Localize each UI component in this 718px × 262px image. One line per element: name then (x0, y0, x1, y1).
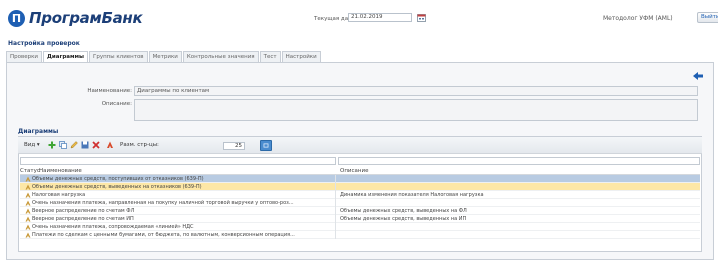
row-name: Платежи по сделкам с ценными бумагами, о… (32, 232, 295, 238)
top-bar: П ПрограмБанк Текущая дата 21.02.2019 Ме… (0, 0, 718, 36)
name-label: Наименование: (87, 88, 132, 94)
exit-button[interactable]: Выйти (697, 12, 718, 23)
table-row[interactable]: Веерное распределение по счетам ФЛ Объем… (20, 207, 700, 215)
table-row[interactable]: Платежи по сделкам с ценными бумагами, о… (20, 231, 700, 239)
current-date-input[interactable]: 21.02.2019 (348, 13, 412, 22)
logo[interactable]: П ПрограмБанк (8, 9, 143, 27)
logo-text: ПрограмБанк (29, 9, 143, 27)
status-icon (25, 216, 31, 222)
table-row[interactable]: Очень назначения платежа, направленная н… (20, 199, 700, 207)
grid-header: Статус Наименование Описание (20, 167, 700, 175)
status-icon (25, 200, 31, 206)
current-user[interactable]: Методолог УФМ (AML) (603, 15, 673, 22)
status-icon (25, 192, 31, 198)
description-filter-input[interactable] (338, 157, 700, 165)
status-icon (25, 184, 31, 190)
column-status[interactable]: Статус (20, 168, 40, 174)
copy-icon[interactable] (59, 141, 67, 149)
row-name: Очень назначения платежа, сопровождаемая… (32, 224, 194, 230)
grid-title: Диаграммы (18, 128, 59, 135)
table-row[interactable]: Очень назначения платежа, сопровождаемая… (20, 223, 700, 231)
run-icon[interactable] (106, 141, 114, 149)
row-name: Веерное распределение по счетам ФЛ (32, 208, 135, 214)
page-size-label: Разм. стр-цы: (120, 142, 159, 148)
status-icon (25, 232, 31, 238)
status-icon (25, 208, 31, 214)
row-name: Веерное распределение по счетам ИП (32, 216, 134, 222)
add-icon[interactable] (48, 141, 56, 149)
filter-row (20, 157, 700, 166)
column-description[interactable]: Описание (340, 168, 368, 174)
row-name: Объемы денежных средств, поступивших от … (32, 176, 204, 182)
back-arrow-icon[interactable] (693, 72, 703, 80)
row-description: Динамика изменения показателя Налоговая … (340, 192, 484, 198)
edit-icon[interactable] (70, 141, 78, 149)
page-title: Настройка проверок (8, 40, 80, 47)
table-row[interactable]: Веерное распределение по счетам ИП Объем… (20, 215, 700, 223)
calendar-icon[interactable] (417, 13, 427, 22)
view-menu-button[interactable]: Вид ▾ (24, 142, 40, 148)
table-row[interactable]: Объемы денежных средств, поступивших от … (20, 175, 700, 183)
row-description: Объемы денежных средств, выведенных на Ф… (340, 208, 467, 214)
refresh-icon[interactable] (260, 140, 272, 151)
row-description: Объемы денежных средств, выведенных на И… (340, 216, 467, 222)
column-name[interactable]: Наименование (39, 168, 82, 174)
name-filter-input[interactable] (20, 157, 336, 165)
row-name: Очень назначения платежа, направленная н… (32, 200, 294, 206)
name-field[interactable]: Диаграммы по клиентам (134, 86, 698, 96)
table-row[interactable]: Объемы денежных средств, выведенных на о… (20, 183, 700, 191)
table-row[interactable]: Налоговая нагрузка Динамика изменения по… (20, 191, 700, 199)
status-icon (25, 176, 31, 182)
row-name: Объемы денежных средств, выведенных на о… (32, 184, 202, 190)
description-field[interactable] (134, 99, 698, 121)
delete-icon[interactable] (92, 141, 100, 149)
grid-toolbar: Вид ▾ Разм. стр-цы: (18, 137, 702, 154)
description-label: Описание: (101, 101, 132, 107)
save-icon[interactable] (81, 141, 89, 149)
row-name: Налоговая нагрузка (32, 192, 86, 198)
logo-icon: П (8, 9, 25, 27)
grid-rows: Объемы денежных средств, поступивших от … (20, 175, 700, 239)
page-size-input[interactable]: 25 (223, 142, 245, 150)
status-icon (25, 224, 31, 230)
